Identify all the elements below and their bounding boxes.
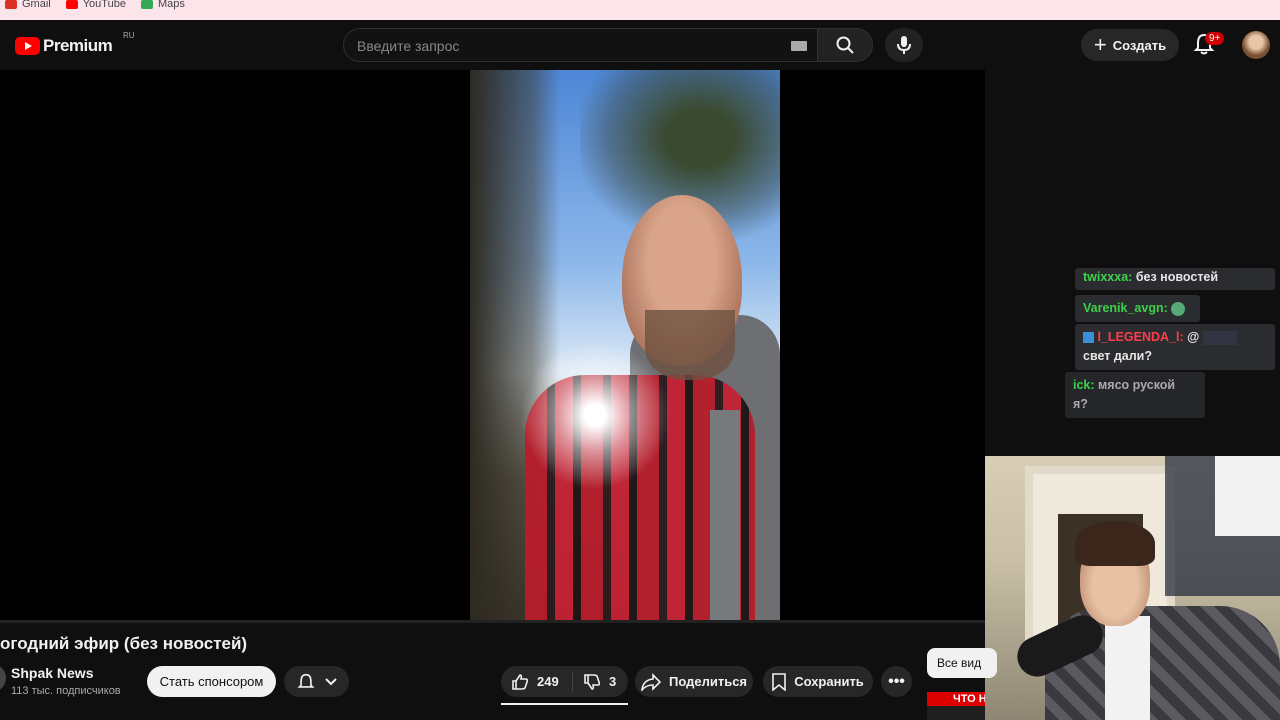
recommended-thumbnail[interactable]: ЧТО Н: [927, 692, 985, 720]
dislike-count: 3: [609, 674, 617, 689]
video-title: огодний эфир (без новостей): [0, 634, 248, 653]
more-options-button[interactable]: •••: [881, 666, 912, 697]
like-dislike-group: 249 3: [501, 666, 628, 697]
top-header: Premium RU Введите запрос + Создать 9+: [0, 20, 1280, 70]
search-icon: [836, 36, 854, 54]
chat-text: @: [1187, 330, 1200, 344]
logo-region: RU: [123, 31, 135, 40]
bookmark-maps[interactable]: Maps: [140, 0, 185, 10]
channel-avatar[interactable]: [0, 664, 6, 692]
chat-text: без новостей: [1135, 270, 1219, 284]
sponsor-button[interactable]: Стать спонсором: [147, 666, 276, 697]
notification-badge: 9+: [1205, 32, 1225, 45]
bookmarks-bar: Gmail YouTube Maps: [0, 0, 1280, 20]
bookmark-label: Gmail: [22, 0, 51, 10]
youtube-play-icon: [15, 37, 40, 55]
like-underline: [501, 703, 628, 705]
save-button[interactable]: Сохранить: [763, 666, 873, 697]
share-button[interactable]: Поделиться: [635, 666, 753, 697]
chat-message: l_LEGENDA_l: @ свет дали?: [1075, 324, 1275, 370]
like-count: 249: [537, 674, 559, 689]
account-avatar[interactable]: [1242, 31, 1270, 59]
bookmark-label: YouTube: [82, 0, 126, 10]
thumbnail-label: ЧТО Н: [927, 692, 985, 706]
logo-text: Premium: [43, 36, 113, 55]
search-input[interactable]: Введите запрос: [343, 28, 817, 62]
voice-search-button[interactable]: [885, 28, 923, 62]
chat-username: l_LEGENDA_l:: [1097, 330, 1184, 344]
person-zipper: [710, 410, 740, 620]
chat-message: ick: мясо руской я?: [1065, 372, 1205, 418]
gmail-icon: [5, 0, 17, 9]
chat-message: Varenik_avgn:: [1075, 295, 1200, 322]
chat-text: свет дали?: [1083, 349, 1153, 363]
chat-message: twixxxa: без новостей: [1075, 268, 1275, 290]
search-button[interactable]: [817, 28, 873, 62]
bell-icon: [296, 673, 315, 688]
dislike-button[interactable]: 3: [573, 673, 616, 691]
keyboard-icon[interactable]: [791, 41, 807, 51]
sun-flare: [520, 340, 670, 490]
create-button[interactable]: + Создать: [1081, 29, 1179, 61]
share-label: Поделиться: [668, 674, 748, 689]
save-label: Сохранить: [794, 674, 864, 689]
video-progress-bar[interactable]: [0, 620, 985, 623]
chat-username: twixxxa:: [1083, 270, 1133, 284]
youtube-premium-logo[interactable]: Premium RU: [15, 31, 135, 56]
thumbs-down-icon: [584, 673, 601, 690]
like-button[interactable]: 249: [501, 671, 573, 692]
emote-icon: [1171, 301, 1186, 316]
person-beard: [645, 310, 735, 380]
emote-icon: [1202, 330, 1237, 345]
subscriber-count: 113 тыс. подписчиков: [11, 685, 121, 697]
bookmark-label: Maps: [157, 0, 185, 10]
badge-icon: [1083, 332, 1094, 344]
youtube-icon: [65, 0, 78, 9]
more-dots-icon: •••: [888, 672, 905, 690]
create-label: Создать: [1112, 37, 1167, 53]
chat-username: Varenik_avgn:: [1083, 301, 1168, 315]
channel-name[interactable]: Shpak News: [11, 665, 93, 681]
bookmark-icon: [772, 672, 786, 691]
chat-username: ick:: [1073, 378, 1095, 392]
microphone-icon: [897, 36, 911, 54]
maps-icon: [140, 0, 153, 9]
thumbs-up-icon: [512, 673, 529, 690]
cam-hair: [1075, 521, 1155, 566]
cam-window: [1215, 456, 1280, 536]
chevron-down-icon: [324, 677, 337, 685]
streamer-webcam: [985, 456, 1280, 720]
share-icon: [641, 672, 661, 691]
subscription-bell-button[interactable]: [284, 666, 349, 697]
cam-tshirt: [1105, 616, 1150, 720]
bookmark-youtube[interactable]: YouTube: [65, 0, 126, 10]
all-videos-chip[interactable]: Все вид: [927, 648, 997, 678]
chat-text: я?: [1073, 397, 1088, 411]
video-frame[interactable]: [470, 70, 780, 620]
plus-icon: +: [1093, 32, 1107, 57]
chat-text: мясо руской: [1098, 378, 1176, 392]
bookmark-gmail[interactable]: Gmail: [5, 0, 51, 10]
search-placeholder: Введите запрос: [357, 38, 460, 54]
